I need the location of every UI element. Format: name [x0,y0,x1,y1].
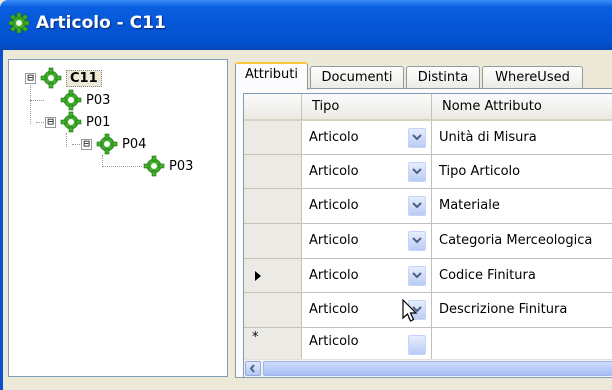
tipo-cell-new[interactable]: Articolo [302,328,432,362]
tipo-value: Articolo [309,268,359,283]
tab-documenti[interactable]: Documenti [310,66,404,88]
tree-node-label: C11 [66,69,102,87]
tree-node[interactable]: P03 [143,155,193,177]
nome-attributo-cell[interactable]: Codice Finitura [432,259,612,293]
title-bar[interactable]: Articolo - C11 [0,0,612,50]
tipo-value: Articolo [309,164,359,179]
tipo-cell[interactable]: Articolo [302,259,432,293]
nome-attributo-cell-new[interactable] [432,328,612,362]
gear-icon [60,111,82,133]
collapse-icon[interactable]: ⊟ [45,116,56,128]
tipo-cell[interactable]: Articolo [302,155,432,189]
tree-node-label: P04 [122,136,147,152]
scroll-thumb[interactable] [263,361,612,376]
chevron-down-icon[interactable] [408,196,426,216]
tipo-value: Articolo [309,302,359,317]
new-row-marker: * [252,330,259,345]
window-title: Articolo - C11 [36,13,166,33]
column-header-nome-attributo[interactable]: Nome Attributo [432,94,612,121]
current-row-arrow-icon [255,271,261,281]
chevron-down-icon[interactable] [408,162,426,182]
tree-node[interactable]: ⊟ P04 [81,133,147,155]
item-tree[interactable]: ⊟ C11 P03 ⊟ P01 ⊟ P04 P03 [8,59,228,377]
row-header-corner [244,94,302,121]
gear-icon [40,67,62,89]
chevron-down-icon[interactable] [408,128,426,148]
chevron-down-icon[interactable] [408,231,426,251]
gear-icon [143,155,165,177]
scroll-left-button[interactable] [245,361,261,376]
row-header[interactable] [244,293,302,328]
tipo-value: Articolo [309,198,359,213]
horizontal-scrollbar[interactable] [244,359,612,377]
tree-node-label: P03 [169,158,194,174]
chevron-left-icon [249,364,255,373]
tree-node-label: P03 [86,92,111,108]
mouse-pointer-icon [402,299,418,322]
tab-panel-attributi: Tipo Nome Attributo Articolo Unità di Mi… [235,88,612,378]
tree-connector [66,133,67,147]
tree-connector [30,100,44,101]
tab-distinta[interactable]: Distinta [406,66,480,88]
window-body: ⊟ C11 P03 ⊟ P01 ⊟ P04 P03 Attributi Docu… [0,50,612,390]
tipo-cell[interactable]: Articolo [302,224,432,259]
tab-attributi[interactable]: Attributi [235,62,308,90]
row-header[interactable] [244,189,302,224]
tree-node[interactable]: P03 [60,89,110,111]
collapse-icon[interactable]: ⊟ [25,72,36,84]
attributes-grid[interactable]: Tipo Nome Attributo Articolo Unità di Mi… [243,93,612,378]
tipo-value: Articolo [309,233,359,248]
chevron-down-icon[interactable] [408,335,426,355]
collapse-icon[interactable]: ⊟ [81,138,92,150]
tree-connector [36,122,44,123]
tipo-cell[interactable]: Articolo [302,121,432,155]
nome-attributo-cell[interactable]: Unità di Misura [432,121,612,155]
tree-node-label: P01 [86,114,111,130]
tree-connector [102,166,142,167]
gear-icon [96,133,118,155]
row-header[interactable] [244,155,302,189]
gear-icon [60,89,82,111]
row-header[interactable] [244,224,302,259]
nome-attributo-cell[interactable]: Descrizione Finitura [432,293,612,328]
tree-connector [72,144,80,145]
column-header-tipo[interactable]: Tipo [302,94,432,121]
tab-whereused[interactable]: WhereUsed [482,66,583,88]
nome-attributo-cell[interactable]: Categoria Merceologica [432,224,612,259]
chevron-down-icon[interactable] [408,266,426,286]
row-header[interactable] [244,121,302,155]
row-header-new[interactable]: * [244,328,302,362]
tipo-cell[interactable]: Articolo [302,189,432,224]
row-header-current[interactable] [244,259,302,293]
gear-icon [8,12,30,34]
tree-node[interactable]: ⊟ P01 [45,111,111,133]
nome-attributo-cell[interactable]: Tipo Articolo [432,155,612,189]
tipo-value: Articolo [309,334,359,349]
tree-node-root[interactable]: ⊟ C11 [25,67,102,89]
tipo-value: Articolo [309,130,359,145]
nome-attributo-cell[interactable]: Materiale [432,189,612,224]
